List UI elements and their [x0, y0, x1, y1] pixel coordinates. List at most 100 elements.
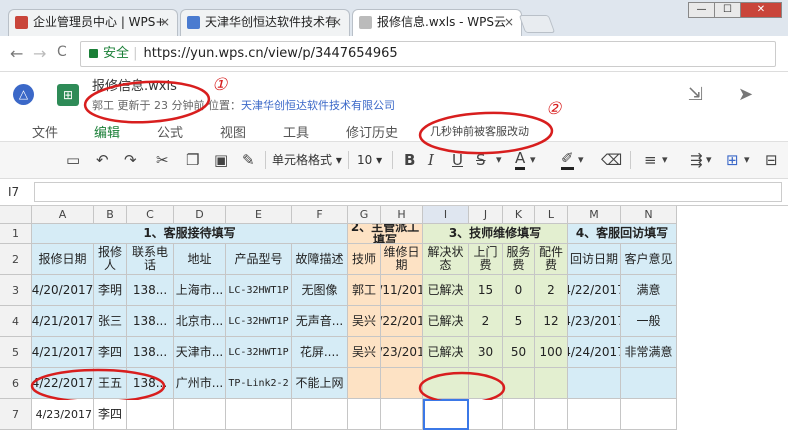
row-header[interactable]: 7	[0, 399, 32, 430]
data-cell[interactable]: 138...	[127, 275, 174, 306]
browser-tab-2[interactable]: 天津华创恒达软件技术有 ×	[180, 9, 350, 36]
data-cell[interactable]: 非常满意	[621, 337, 677, 368]
data-cell[interactable]	[503, 368, 535, 399]
file-name[interactable]: 报修信息.wxls	[92, 75, 177, 94]
align-dropdown-icon[interactable]: ▾	[662, 150, 668, 170]
data-cell[interactable]	[503, 399, 535, 430]
section-header[interactable]: 1、客服接待填写	[32, 224, 348, 244]
column-header[interactable]: L	[535, 206, 568, 224]
column-title[interactable]: 解决状态	[423, 244, 469, 275]
cell-format-dropdown[interactable]: 单元格格式 ▾	[272, 150, 342, 170]
column-header[interactable]: C	[127, 206, 174, 224]
font-size-dropdown[interactable]: 10 ▾	[357, 150, 382, 170]
section-header[interactable]: 4、客服回访填写	[568, 224, 677, 244]
data-cell[interactable]: 王五	[94, 368, 127, 399]
row-header[interactable]: 3	[0, 275, 32, 306]
column-title[interactable]: 报修日期	[32, 244, 94, 275]
data-cell[interactable]	[469, 368, 503, 399]
data-cell[interactable]: 上海市...	[174, 275, 226, 306]
data-cell[interactable]: 15	[469, 275, 503, 306]
section-header[interactable]: 2、主管派工填写	[348, 224, 423, 244]
data-cell[interactable]	[423, 368, 469, 399]
data-cell[interactable]: 0	[503, 275, 535, 306]
data-cell[interactable]	[381, 399, 423, 430]
data-cell[interactable]: LC-32HWT1P	[226, 275, 292, 306]
column-title[interactable]: 维修日期	[381, 244, 423, 275]
browser-tab-1[interactable]: 企业管理员中心 | WPS+ ×	[8, 9, 178, 36]
browser-tab-3[interactable]: 报修信息.wxls - WPS云 ×	[352, 9, 522, 36]
data-cell[interactable]	[226, 399, 292, 430]
data-cell[interactable]: 北京市...	[174, 306, 226, 337]
menu-formula[interactable]: 公式	[157, 122, 183, 141]
row-header[interactable]: 2	[0, 244, 32, 275]
data-cell[interactable]: LC-32HWT1P	[226, 306, 292, 337]
data-cell[interactable]: 4/22/2017	[32, 368, 94, 399]
data-cell[interactable]	[621, 399, 677, 430]
font-dropdown-icon[interactable]: ▾	[496, 150, 502, 170]
data-cell[interactable]: 4/23/2017	[568, 306, 621, 337]
data-cell[interactable]: 30	[469, 337, 503, 368]
row-header[interactable]: 1	[0, 224, 32, 244]
fill-color-dropdown-icon[interactable]: ▾	[578, 150, 584, 170]
column-title[interactable]: 技师	[348, 244, 381, 275]
back-icon[interactable]: ←	[10, 44, 23, 63]
data-cell[interactable]: 4/11/2017	[381, 275, 423, 306]
data-cell[interactable]: 无图像	[292, 275, 348, 306]
column-header[interactable]: I	[423, 206, 469, 224]
data-cell[interactable]: 无声音...	[292, 306, 348, 337]
row-header[interactable]: 4	[0, 306, 32, 337]
column-title[interactable]: 服务费	[503, 244, 535, 275]
data-cell[interactable]: 花屏....	[292, 337, 348, 368]
undo-icon[interactable]: ↶	[96, 150, 109, 170]
maximize-button[interactable]: ☐	[714, 2, 741, 18]
strikethrough-icon[interactable]: S	[476, 150, 486, 170]
data-cell[interactable]: 天津市...	[174, 337, 226, 368]
column-title[interactable]: 客户意见	[621, 244, 677, 275]
data-cell[interactable]: 郭工	[348, 275, 381, 306]
italic-icon[interactable]: I	[428, 150, 434, 170]
wrap-text-icon[interactable]: ⇶	[690, 150, 703, 170]
data-cell[interactable]: 138...	[127, 368, 174, 399]
data-cell[interactable]: LC-32HWT1P	[226, 337, 292, 368]
formula-input[interactable]	[34, 182, 782, 202]
section-header[interactable]: 3、技师维修填写	[423, 224, 568, 244]
data-cell[interactable]: 138...	[127, 306, 174, 337]
clear-format-icon[interactable]: ⌫	[601, 150, 622, 170]
data-cell[interactable]	[348, 399, 381, 430]
data-cell[interactable]: 李四	[94, 337, 127, 368]
column-header[interactable]: N	[621, 206, 677, 224]
data-cell[interactable]	[292, 399, 348, 430]
tab-close-icon[interactable]: ×	[504, 10, 514, 35]
column-header[interactable]: G	[348, 206, 381, 224]
data-cell[interactable]: 一般	[621, 306, 677, 337]
data-cell[interactable]: 12	[535, 306, 568, 337]
data-cell[interactable]	[348, 368, 381, 399]
fill-color-icon[interactable]: ✐	[561, 150, 574, 170]
column-header[interactable]: M	[568, 206, 621, 224]
new-tab-button[interactable]	[518, 15, 556, 33]
column-header[interactable]: B	[94, 206, 127, 224]
underline-icon[interactable]: U	[452, 150, 463, 170]
column-header[interactable]: F	[292, 206, 348, 224]
borders-dropdown-icon[interactable]: ▾	[744, 150, 750, 170]
redo-icon[interactable]: ↷	[124, 150, 137, 170]
column-title[interactable]: 配件费	[535, 244, 568, 275]
data-cell[interactable]: 张三	[94, 306, 127, 337]
data-cell[interactable]	[469, 399, 503, 430]
data-cell[interactable]: 不能上网	[292, 368, 348, 399]
tab-close-icon[interactable]: ×	[160, 10, 170, 35]
share-icon[interactable]: ➤	[738, 84, 753, 105]
column-header[interactable]: D	[174, 206, 226, 224]
data-cell[interactable]: 已解决	[423, 275, 469, 306]
column-title[interactable]: 地址	[174, 244, 226, 275]
font-color-icon[interactable]: A	[515, 150, 526, 170]
column-title[interactable]: 上门费	[469, 244, 503, 275]
bold-icon[interactable]: B	[404, 150, 415, 170]
copy-icon[interactable]: ❐	[186, 150, 199, 170]
data-cell[interactable]: 4/21/2017	[32, 337, 94, 368]
data-cell[interactable]	[535, 368, 568, 399]
data-cell[interactable]: 4/23/2017	[32, 399, 94, 430]
data-cell[interactable]: 4/22/2017	[568, 275, 621, 306]
data-cell[interactable]: 吴兴	[348, 337, 381, 368]
data-cell[interactable]: 4/20/2017	[32, 275, 94, 306]
